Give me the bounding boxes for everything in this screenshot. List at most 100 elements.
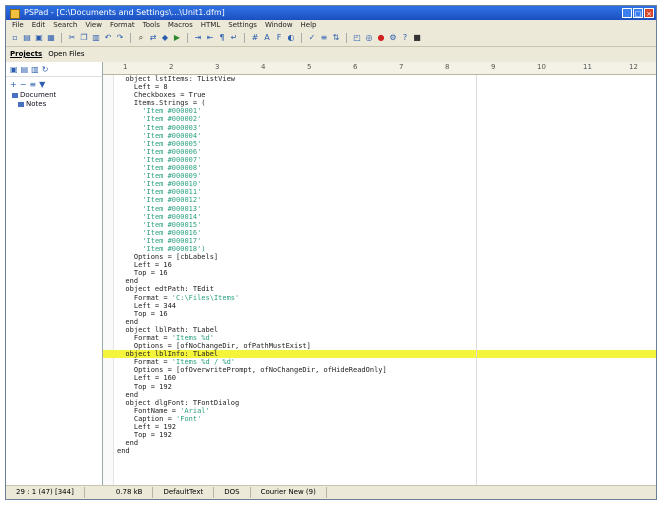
- indent-icon[interactable]: ⇥: [193, 33, 203, 43]
- undo-icon[interactable]: ↶: [103, 33, 113, 43]
- project-refresh-icon[interactable]: ↻: [42, 65, 49, 74]
- app-window: PSPad - [C:\Documents and Settings\...\U…: [5, 5, 657, 500]
- tab-projects[interactable]: Projects: [10, 48, 42, 60]
- ruler-mark: 9: [491, 63, 496, 71]
- help-icon[interactable]: ?: [400, 33, 410, 43]
- save-icon[interactable]: ▣: [34, 33, 44, 43]
- code-line: Options = [cbLabels]: [117, 253, 219, 262]
- ftp-icon[interactable]: ⇅: [331, 33, 341, 43]
- wrap-icon[interactable]: ↵: [229, 33, 239, 43]
- project-props-icon[interactable]: ≡: [29, 80, 36, 89]
- font-icon[interactable]: F: [274, 33, 284, 43]
- case-icon[interactable]: A: [262, 33, 272, 43]
- project-add-icon[interactable]: +: [10, 80, 17, 89]
- code-line: Caption = 'Font': [117, 414, 202, 423]
- code-line: end: [117, 439, 139, 448]
- code-line: 'Item #000018'): [142, 244, 206, 253]
- spell-icon[interactable]: ✓: [307, 33, 317, 43]
- code-line: Format = 'C:\Files\Items': [117, 293, 240, 302]
- code-line: 'Item #000012': [142, 196, 202, 205]
- paste-icon[interactable]: ▥: [91, 33, 101, 43]
- right-margin-line: [476, 75, 477, 485]
- menu-edit[interactable]: Edit: [32, 20, 46, 30]
- cut-icon[interactable]: ✂: [67, 33, 77, 43]
- maximize-icon[interactable]: □: [633, 8, 643, 18]
- ruler-mark: 12: [629, 63, 638, 71]
- code-line: 'Item #000001': [142, 107, 202, 116]
- code-line: 'Item #000011': [142, 188, 202, 197]
- project-open-icon[interactable]: ▤: [21, 65, 29, 74]
- print-icon[interactable]: ▦: [46, 33, 56, 43]
- code-line: end: [117, 390, 139, 399]
- code-line: object lstItems: TListView: [117, 75, 236, 83]
- code-editor[interactable]: object lstItems: TListView Left = 8 Chec…: [103, 75, 656, 485]
- toolbar-separator: [130, 33, 131, 43]
- ruler-mark: 10: [537, 63, 546, 71]
- code-line: 'Item #000008': [142, 164, 202, 173]
- ruler-mark: 7: [399, 63, 404, 71]
- project-remove-icon[interactable]: −: [20, 80, 27, 89]
- code-line: Format = 'Items %d': [117, 334, 214, 342]
- tab-open-files[interactable]: Open Files: [48, 48, 84, 60]
- compare-icon[interactable]: ≡: [319, 33, 329, 43]
- comment-icon[interactable]: ¶: [217, 33, 227, 43]
- window-controls: _ □ ×: [622, 8, 654, 18]
- hex-icon[interactable]: #: [250, 33, 260, 43]
- window-title: PSPad - [C:\Documents and Settings\...\U…: [24, 8, 225, 17]
- code-line: Top = 16: [117, 269, 168, 278]
- menu-tools[interactable]: Tools: [143, 20, 160, 30]
- ruler-mark: 5: [307, 63, 312, 71]
- toolbar-separator: [61, 33, 62, 43]
- tree-item-document[interactable]: Document: [12, 91, 102, 100]
- menu-view[interactable]: View: [85, 20, 102, 30]
- tree-item-label: Document: [20, 91, 57, 99]
- code-line: Left = 16: [117, 261, 172, 270]
- tree-item-label: Notes: [26, 100, 47, 108]
- redo-icon[interactable]: ↷: [115, 33, 125, 43]
- app-icon: [10, 9, 20, 19]
- new-file-icon[interactable]: ▫: [10, 33, 20, 43]
- tree-item-notes[interactable]: Notes: [12, 100, 102, 109]
- close-doc-icon[interactable]: ■: [412, 33, 422, 43]
- menu-window[interactable]: Window: [265, 20, 293, 30]
- menu-file[interactable]: File: [12, 20, 24, 30]
- copy-icon[interactable]: ❐: [79, 33, 89, 43]
- settings-icon[interactable]: ⚙: [388, 33, 398, 43]
- project-save-icon[interactable]: ▥: [31, 65, 39, 74]
- code-line: 'Item #000002': [142, 115, 202, 124]
- toolbar-separator: [187, 33, 188, 43]
- open-icon[interactable]: ▤: [22, 33, 32, 43]
- replace-icon[interactable]: ⇄: [148, 33, 158, 43]
- project-panel: ▣ ▤ ▥ ↻ + − ≡ ▼ Document Notes: [6, 62, 103, 485]
- folder-icon: [18, 101, 24, 107]
- bookmark-icon[interactable]: ◆: [160, 33, 170, 43]
- find-icon[interactable]: ⌕: [136, 33, 146, 43]
- code-line: Options = [ofNoChangeDir, ofPathMustExis…: [117, 342, 311, 351]
- stop-icon[interactable]: ●: [376, 33, 386, 43]
- color-icon[interactable]: ◐: [286, 33, 296, 43]
- code-line: object dlgFont: TFontDialog: [117, 398, 240, 407]
- toolbar-separator: [244, 33, 245, 43]
- project-filter-icon[interactable]: ▼: [39, 80, 45, 89]
- close-icon[interactable]: ×: [644, 8, 654, 18]
- code-line: 'Item #000013': [142, 204, 202, 213]
- minimize-icon[interactable]: _: [622, 8, 632, 18]
- code-line: 'Item #000003': [142, 123, 202, 132]
- browser-icon[interactable]: ◎: [364, 33, 374, 43]
- menu-help[interactable]: Help: [301, 20, 317, 30]
- outdent-icon[interactable]: ⇤: [205, 33, 215, 43]
- menu-macros[interactable]: Macros: [168, 20, 193, 30]
- menu-html[interactable]: HTML: [201, 20, 220, 30]
- menu-settings[interactable]: Settings: [228, 20, 257, 30]
- code-line: Left = 344: [117, 301, 177, 310]
- ruler-mark: 4: [261, 63, 266, 71]
- run-icon[interactable]: ▶: [172, 33, 182, 43]
- project-new-icon[interactable]: ▣: [10, 65, 18, 74]
- ruler-mark: 1: [123, 63, 128, 71]
- toolbar-separator: [301, 33, 302, 43]
- menu-search[interactable]: Search: [53, 20, 77, 30]
- ruler-mark: 3: [215, 63, 220, 71]
- preview-icon[interactable]: ◰: [352, 33, 362, 43]
- main-toolbar: ▫ ▤ ▣ ▦ ✂ ❐ ▥ ↶ ↷ ⌕ ⇄ ◆ ▶ ⇥ ⇤ ¶ ↵ # A F …: [6, 30, 656, 47]
- menu-format[interactable]: Format: [110, 20, 135, 30]
